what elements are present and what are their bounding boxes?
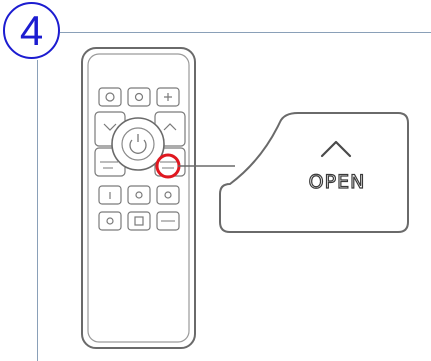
open-button-callout: OPEN	[219, 112, 409, 233]
remote-control-icon	[81, 47, 196, 349]
open-label: OPEN	[309, 171, 366, 193]
remote-diagram: OPEN	[81, 47, 409, 349]
